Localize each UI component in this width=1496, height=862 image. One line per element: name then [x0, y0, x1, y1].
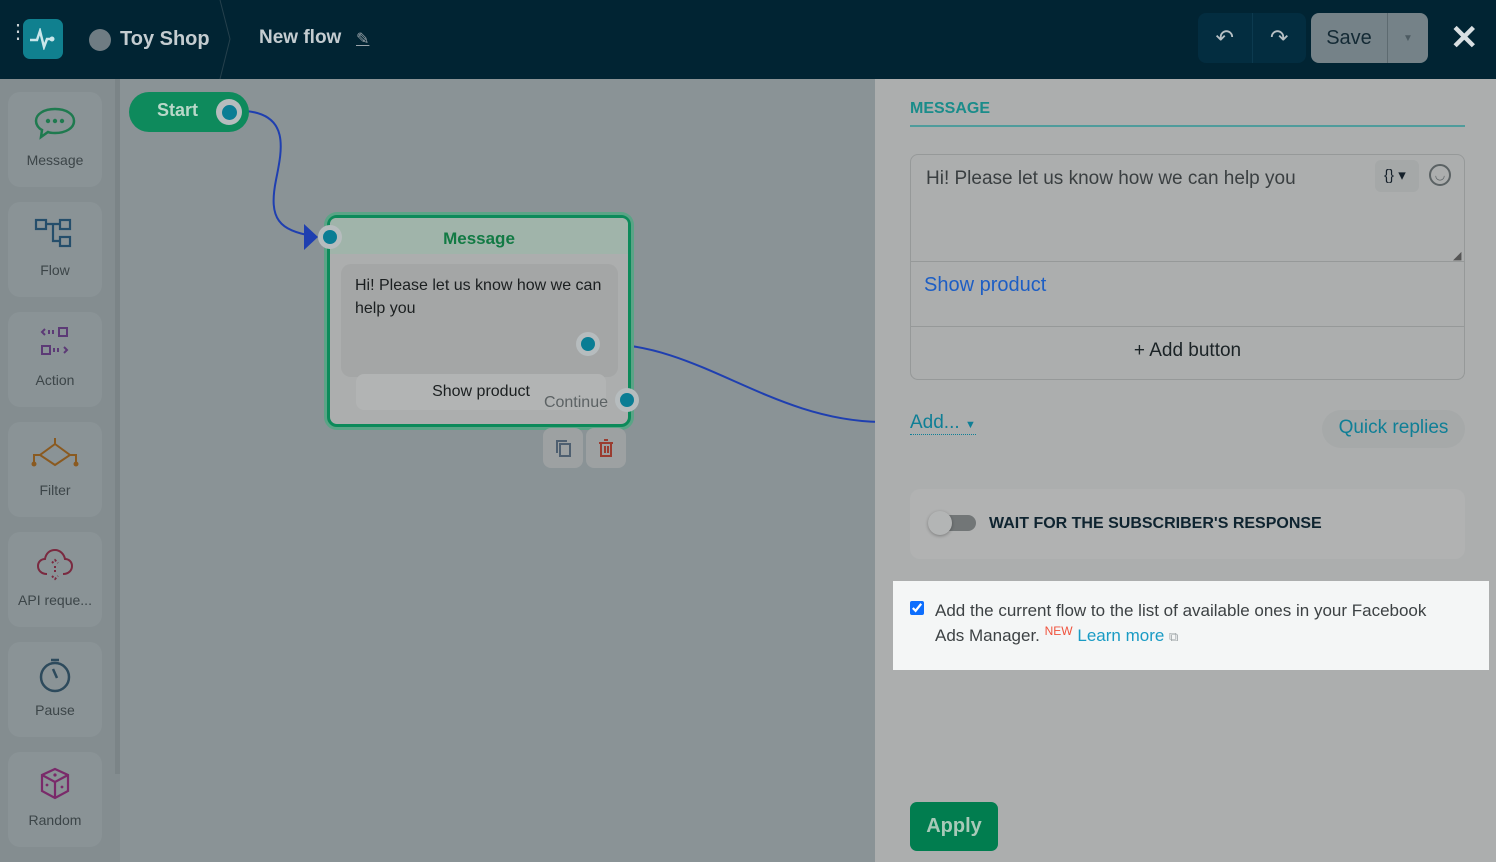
start-node[interactable]: Start	[129, 92, 249, 132]
ads-manager-label: Add the current flow to the list of avai…	[935, 601, 1427, 645]
variables-icon: {}	[1384, 167, 1395, 184]
node-message-bubble: Hi! Please let us know how we can help y…	[341, 264, 618, 410]
ads-manager-text: Add the current flow to the list of avai…	[935, 598, 1455, 649]
panel-title-underline	[910, 125, 1465, 127]
connections	[245, 110, 880, 423]
start-label: Start	[157, 100, 199, 120]
panel-title: MESSAGE	[910, 100, 991, 117]
wait-response-toggle[interactable]	[928, 511, 976, 535]
node-button-label: Show product	[432, 383, 530, 400]
close-icon[interactable]: ✕	[1450, 18, 1479, 58]
undo-button[interactable]: ↶	[1198, 13, 1253, 63]
copy-icon	[556, 440, 571, 457]
message-textarea[interactable]: Hi! Please let us know how we can help y…	[926, 168, 1296, 190]
add-button[interactable]: + Add button	[910, 328, 1465, 380]
ads-manager-option: Add the current flow to the list of avai…	[893, 581, 1489, 670]
add-menu[interactable]: Add... ▼	[910, 412, 976, 435]
emoji-icon[interactable]: ◡	[1429, 164, 1451, 186]
save-button[interactable]: Save	[1311, 13, 1388, 63]
start-output-port[interactable]	[216, 99, 242, 125]
variables-button[interactable]: {} ▾	[1375, 160, 1419, 192]
continue-output-port[interactable]	[615, 388, 639, 412]
apply-button[interactable]: Apply	[910, 802, 998, 851]
continue-label: Continue	[543, 394, 608, 411]
wait-response-label: WAIT FOR THE SUBSCRIBER'S RESPONSE	[989, 515, 1322, 532]
add-menu-label: Add...	[910, 412, 960, 433]
node-message-text: Hi! Please let us know how we can help y…	[355, 277, 602, 317]
save-dropdown-chevron-icon[interactable]: ▼	[1388, 13, 1428, 63]
external-link-icon: ⧉	[1169, 629, 1179, 644]
redo-button[interactable]: ↷	[1253, 13, 1307, 63]
delete-node-button[interactable]	[586, 428, 626, 468]
undo-redo-group: ↶ ↷	[1198, 13, 1306, 63]
connection-start-to-message	[245, 110, 313, 237]
message-input-port[interactable]	[318, 225, 342, 249]
copy-node-button[interactable]	[543, 428, 583, 468]
node-title: Message	[330, 218, 628, 254]
ads-manager-checkbox[interactable]	[910, 601, 924, 615]
wait-response-card: WAIT FOR THE SUBSCRIBER'S RESPONSE	[910, 489, 1465, 559]
settings-panel: MESSAGE Hi! Please let us know how we ca…	[875, 79, 1496, 862]
message-button-show-product[interactable]: Show product	[911, 261, 1464, 327]
save-group: Save ▼	[1311, 13, 1428, 63]
message-node[interactable]: Message Hi! Please let us know how we ca…	[327, 215, 631, 427]
quick-replies-button[interactable]: Quick replies	[1322, 410, 1465, 448]
connection-show-product	[603, 343, 880, 423]
chevron-down-icon: ▼	[964, 419, 976, 431]
show-product-output-port[interactable]	[576, 332, 600, 356]
trash-icon	[599, 439, 613, 457]
learn-more-link[interactable]: Learn more	[1077, 626, 1164, 645]
connection-arrow-icon	[304, 224, 318, 250]
new-badge: NEW	[1044, 624, 1073, 638]
